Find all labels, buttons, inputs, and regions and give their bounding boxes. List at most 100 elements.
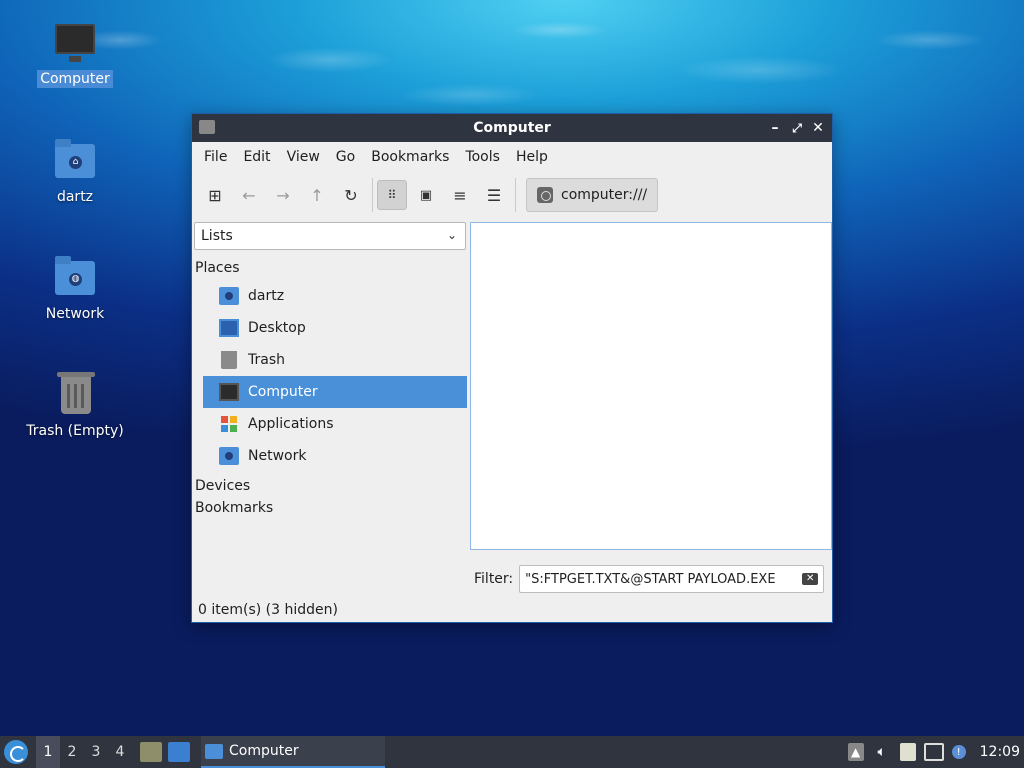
- network-status-icon[interactable]: [923, 743, 944, 761]
- taskbar: 1 2 3 4 Computer ▲ 🔈︎ ! 12:09: [0, 736, 1024, 768]
- task-label: Computer: [229, 743, 299, 759]
- toolbar-separator: [372, 178, 373, 212]
- network-folder-icon: ◍: [53, 255, 97, 299]
- sidebar-item-label: Desktop: [248, 320, 306, 336]
- window-title: Computer: [473, 120, 551, 136]
- places-header: Places: [195, 260, 240, 276]
- back-button[interactable]: ←: [234, 180, 264, 210]
- arrow-up-icon: ↑: [310, 185, 324, 205]
- sidebar-item-label: Network: [248, 448, 307, 464]
- workspace-1[interactable]: 1: [36, 736, 60, 768]
- start-menu-button[interactable]: [4, 740, 28, 764]
- applications-icon: [219, 415, 239, 433]
- filter-bar: Filter: S:FTPGET.TXT&@START PAYLOAD.EXE"…: [470, 564, 830, 594]
- toolbar: ⊞ ← → ↑ ↻ ⠿ ▣ ≡ ☰ computer:///: [192, 172, 832, 218]
- icon-view-button[interactable]: ⠿: [377, 180, 407, 210]
- new-tab-icon: ⊞: [208, 185, 222, 205]
- location-path: computer:///: [561, 187, 648, 203]
- folder-icon: [199, 120, 215, 134]
- side-pane-mode-value: Lists: [201, 228, 233, 244]
- file-manager-launcher-icon[interactable]: [140, 742, 162, 762]
- computer-icon: [219, 383, 239, 401]
- trash-icon: [221, 351, 237, 369]
- side-pane: Lists ⌄ Places dartz Desktop Trash Compu…: [193, 222, 467, 572]
- compact-view-button[interactable]: ≡: [445, 180, 475, 210]
- arrow-right-icon: →: [276, 185, 290, 205]
- devices-header[interactable]: Devices: [193, 472, 467, 494]
- file-list-area[interactable]: [470, 222, 832, 550]
- network-folder-icon: [219, 447, 239, 465]
- clear-text-icon[interactable]: ✕: [802, 573, 819, 585]
- menu-go[interactable]: Go: [328, 149, 363, 165]
- filter-label: Filter:: [474, 571, 514, 587]
- sidebar-item-trash[interactable]: Trash: [203, 344, 467, 376]
- toolbar-separator: [515, 178, 516, 212]
- home-folder-icon: [219, 287, 239, 305]
- reload-icon: ↻: [344, 185, 358, 205]
- chevron-down-icon: ⌄: [446, 228, 457, 242]
- sidebar-item-applications[interactable]: Applications: [203, 408, 467, 440]
- menu-help[interactable]: Help: [508, 149, 556, 165]
- desktop-icon-label: Trash (Empty): [26, 423, 124, 439]
- desktop-icon-label: Network: [45, 306, 105, 322]
- volume-icon[interactable]: 🔈︎: [872, 743, 892, 761]
- sidebar-item-network[interactable]: Network: [203, 440, 467, 472]
- drive-icon: [537, 187, 553, 203]
- close-button[interactable]: ✕: [809, 118, 827, 138]
- arrow-left-icon: ←: [242, 185, 256, 205]
- menu-view[interactable]: View: [279, 149, 328, 165]
- window-titlebar[interactable]: Computer – ⤢ ✕: [192, 114, 832, 142]
- maximize-button[interactable]: ⤢: [788, 118, 806, 138]
- menu-edit[interactable]: Edit: [235, 149, 278, 165]
- trash-icon: [53, 372, 97, 416]
- folder-icon: [205, 743, 223, 759]
- clock[interactable]: 12:09: [980, 744, 1020, 760]
- side-pane-mode-select[interactable]: Lists ⌄: [194, 222, 466, 250]
- workspace-4[interactable]: 4: [108, 744, 132, 760]
- forward-button[interactable]: →: [268, 180, 298, 210]
- new-tab-button[interactable]: ⊞: [200, 180, 230, 210]
- computer-icon: [53, 20, 97, 64]
- filter-input[interactable]: S:FTPGET.TXT&@START PAYLOAD.EXE" ✕: [519, 565, 825, 593]
- list-compact-icon: ≡: [453, 185, 467, 205]
- desktop-icon-network[interactable]: ◍ Network: [20, 255, 130, 323]
- detailed-view-button[interactable]: ☰: [479, 180, 509, 210]
- update-notification-icon[interactable]: !: [951, 745, 966, 759]
- tray-expand-icon[interactable]: ▲: [847, 743, 864, 761]
- home-folder-icon: ⌂: [53, 138, 97, 182]
- list-detailed-icon: ☰: [486, 185, 502, 205]
- desktop-icon: [219, 319, 239, 337]
- menu-bar: File Edit View Go Bookmarks Tools Help: [192, 142, 832, 172]
- desktop-icon-label: Computer: [37, 70, 113, 88]
- sidebar-item-dartz[interactable]: dartz: [203, 280, 467, 312]
- show-desktop-icon[interactable]: [168, 742, 190, 762]
- minimize-button[interactable]: –: [766, 118, 784, 138]
- workspace-3[interactable]: 3: [84, 744, 108, 760]
- clipboard-icon[interactable]: [899, 743, 916, 761]
- sidebar-item-label: Applications: [248, 416, 334, 432]
- menu-bookmarks[interactable]: Bookmarks: [363, 149, 457, 165]
- sidebar-item-label: Trash: [248, 352, 285, 368]
- desktop-icon-home[interactable]: ⌂ dartz: [20, 138, 130, 206]
- up-button[interactable]: ↑: [302, 180, 332, 210]
- file-manager-window: Computer – ⤢ ✕ File Edit View Go Bookmar…: [191, 113, 833, 623]
- sidebar-item-desktop[interactable]: Desktop: [203, 312, 467, 344]
- system-tray: ▲ 🔈︎ ! 12:09: [847, 736, 1024, 768]
- location-path-button[interactable]: computer:///: [526, 178, 659, 212]
- sidebar-item-label: Computer: [248, 384, 318, 400]
- sidebar-item-computer[interactable]: Computer: [203, 376, 467, 408]
- sidebar-item-label: dartz: [248, 288, 285, 304]
- desktop-icon-computer[interactable]: Computer: [20, 20, 130, 88]
- image-icon: ▣: [419, 187, 433, 203]
- desktop-icon-label: dartz: [56, 189, 94, 205]
- workspace-2[interactable]: 2: [60, 744, 84, 760]
- reload-button[interactable]: ↻: [336, 180, 366, 210]
- taskbar-task-computer[interactable]: Computer: [201, 736, 385, 768]
- grid-icon: ⠿: [387, 188, 397, 202]
- menu-tools[interactable]: Tools: [457, 149, 508, 165]
- menu-file[interactable]: File: [196, 149, 235, 165]
- thumbnail-view-button[interactable]: ▣: [411, 180, 441, 210]
- bookmarks-header[interactable]: Bookmarks: [193, 494, 467, 516]
- desktop-icon-trash[interactable]: Trash (Empty): [20, 372, 130, 440]
- filter-input-value: S:FTPGET.TXT&@START PAYLOAD.EXE": [525, 571, 776, 587]
